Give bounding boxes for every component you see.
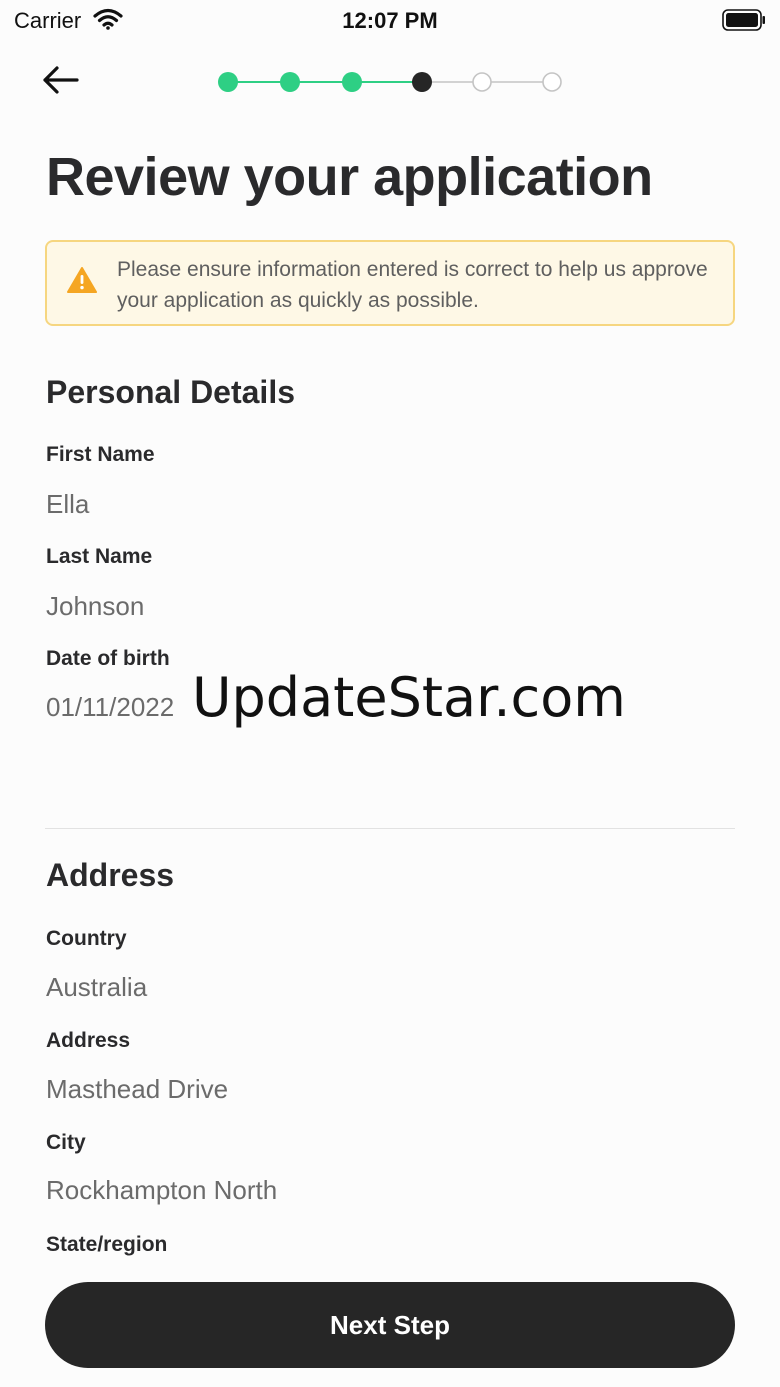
review-application-screen: Carrier 12:07 PM Review your application… <box>0 0 780 1387</box>
info-notice: Please ensure information entered is cor… <box>45 240 735 326</box>
step-complete-dot <box>280 72 300 92</box>
date-of-birth-value: 01/11/2022 <box>46 692 175 722</box>
warning-icon <box>67 267 97 293</box>
step-pending-dot <box>472 72 492 92</box>
battery-icon <box>722 9 765 31</box>
country-value: Australia <box>46 972 148 1002</box>
notice-text: Please ensure information entered is cor… <box>117 258 708 312</box>
address-title: Address <box>46 857 175 893</box>
step-complete-dot <box>342 72 362 92</box>
step-pending-dot <box>542 72 562 92</box>
address-value: Masthead Drive <box>46 1074 229 1104</box>
date-of-birth-label: Date of birth <box>46 647 170 670</box>
address-label: Address <box>46 1029 131 1052</box>
first-name-value: Ella <box>46 489 90 519</box>
state-region-label: State/region <box>46 1233 168 1256</box>
last-name-value: Johnson <box>46 591 145 621</box>
status-time: 12:07 PM <box>342 8 438 33</box>
next-step-button[interactable]: Next Step <box>45 1282 735 1368</box>
step-complete-dot <box>218 72 238 92</box>
first-name-label: First Name <box>46 443 155 466</box>
arrow-left-icon <box>43 66 79 94</box>
back-button[interactable] <box>36 58 84 102</box>
page-title: Review your application <box>46 147 653 207</box>
city-value: Rockhampton North <box>46 1175 278 1205</box>
status-bar: Carrier 12:07 PM <box>0 0 780 40</box>
watermark-text: UpdateStar.com <box>192 666 626 729</box>
country-label: Country <box>46 927 127 950</box>
last-name-label: Last Name <box>46 545 153 568</box>
personal-details-title: Personal Details <box>46 374 295 410</box>
progress-stepper <box>218 72 562 92</box>
section-divider <box>45 828 735 829</box>
step-current-dot <box>412 72 432 92</box>
city-label: City <box>46 1131 86 1154</box>
